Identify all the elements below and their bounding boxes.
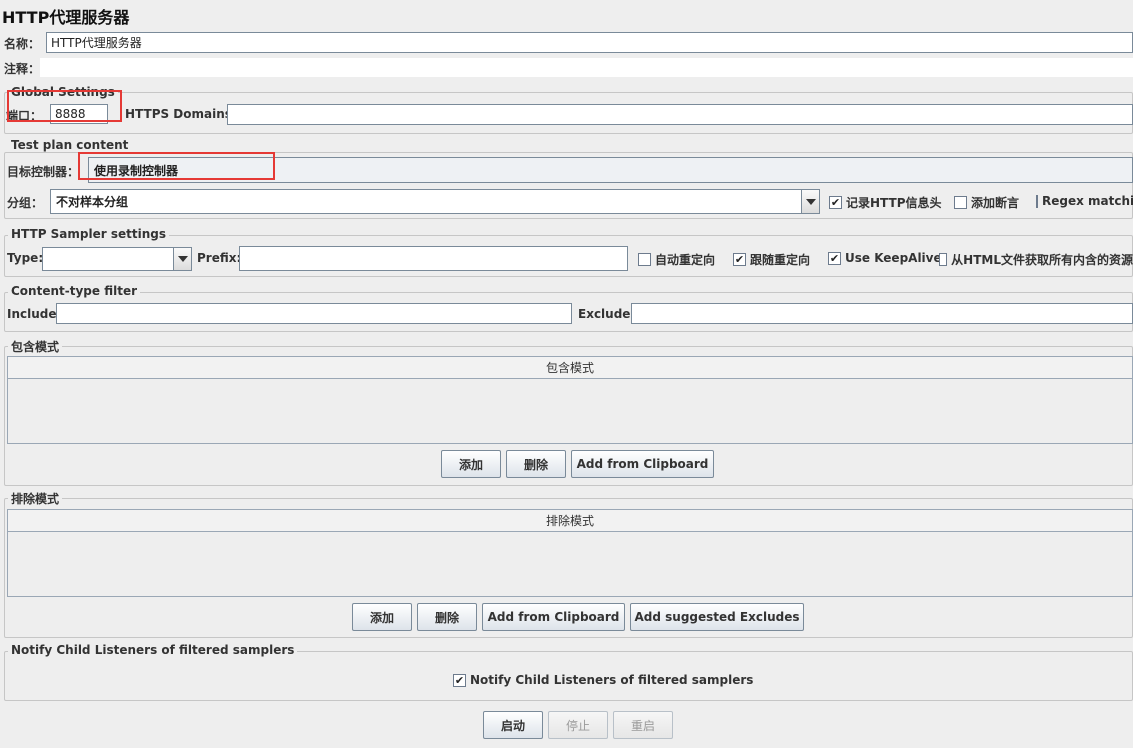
exclude-input[interactable] [631, 303, 1133, 324]
include-label: Include: [7, 307, 62, 321]
retrieve-embedded-label: 从HTML文件获取所有内含的资源 [951, 253, 1133, 267]
restart-button[interactable]: 重启 [613, 711, 673, 739]
include-patterns-legend: 包含模式 [8, 338, 63, 355]
include-clipboard-button[interactable]: Add from Clipboard [571, 450, 714, 478]
prefix-input[interactable] [239, 246, 628, 271]
page-title: HTTP代理服务器 [2, 8, 130, 27]
add-suggested-excludes-button[interactable]: Add suggested Excludes [630, 603, 804, 631]
notify-child-listeners-checkbox[interactable]: ✔ Notify Child Listeners of filtered sam… [453, 673, 753, 687]
chevron-down-icon [177, 256, 188, 262]
exclude-patterns-column-header[interactable]: 排除模式 [8, 510, 1132, 532]
retrieve-embedded-box[interactable] [939, 253, 948, 266]
https-domains-label: HTTPS Domains : [125, 107, 241, 121]
name-input[interactable]: HTTP代理服务器 [46, 32, 1133, 53]
stop-button[interactable]: 停止 [548, 711, 608, 739]
follow-redirects-label: 跟随重定向 [750, 253, 811, 267]
grouping-dropdown-arrow[interactable] [801, 190, 819, 213]
http-sampler-settings-legend: HTTP Sampler settings [8, 227, 169, 241]
regex-matching-label: Regex matching [1042, 194, 1133, 208]
capture-headers-checkbox[interactable]: ✔ 记录HTTP信息头 [829, 194, 942, 211]
start-button[interactable]: 启动 [483, 711, 543, 739]
grouping-value: 不对样本分组 [56, 195, 129, 209]
regex-matching-checkbox[interactable]: Regex matching [1036, 194, 1133, 208]
content-type-filter-legend: Content-type filter [8, 284, 140, 298]
include-patterns-column-header[interactable]: 包含模式 [8, 357, 1132, 379]
notify-child-listeners-label: Notify Child Listeners of filtered sampl… [470, 673, 754, 687]
exclude-add-button[interactable]: 添加 [352, 603, 412, 631]
retrieve-embedded-checkbox[interactable]: 从HTML文件获取所有内含的资源 [939, 251, 1133, 268]
name-label: 名称： [4, 37, 41, 51]
prefix-label: Prefix: [197, 251, 242, 265]
follow-redirects-box[interactable]: ✔ [733, 253, 746, 266]
keepalive-checkbox[interactable]: ✔ Use KeepAlive [828, 251, 942, 265]
test-plan-content-legend: Test plan content [8, 138, 132, 152]
include-patterns-table[interactable]: 包含模式 [7, 356, 1133, 444]
auto-redirect-label: 自动重定向 [655, 253, 716, 267]
add-assertions-checkbox[interactable]: 添加断言 [954, 194, 1019, 211]
exclude-patterns-table[interactable]: 排除模式 [7, 509, 1133, 597]
annotation-highlight-port [7, 90, 122, 122]
auto-redirect-checkbox[interactable]: 自动重定向 [638, 251, 715, 268]
comment-label: 注释： [4, 62, 41, 76]
target-controller-label: 目标控制器： [7, 165, 80, 179]
notify-legend: Notify Child Listeners of filtered sampl… [8, 643, 298, 657]
keepalive-box[interactable]: ✔ [828, 251, 841, 265]
exclude-clipboard-button[interactable]: Add from Clipboard [482, 603, 625, 631]
auto-redirect-box[interactable] [638, 253, 651, 266]
type-label: Type: [7, 251, 44, 265]
exclude-label: Exclude: [578, 307, 636, 321]
exclude-patterns-legend: 排除模式 [8, 490, 63, 507]
grouping-select[interactable]: 不对样本分组 [50, 189, 820, 214]
include-delete-button[interactable]: 删除 [506, 450, 566, 478]
follow-redirects-checkbox[interactable]: ✔ 跟随重定向 [733, 251, 810, 268]
exclude-delete-button[interactable]: 删除 [417, 603, 477, 631]
add-assertions-label: 添加断言 [971, 196, 1020, 210]
type-select[interactable] [42, 247, 192, 271]
capture-headers-label: 记录HTTP信息头 [846, 196, 942, 210]
add-assertions-box[interactable] [954, 196, 967, 209]
regex-matching-box[interactable] [1036, 194, 1038, 208]
notify-child-listeners-box[interactable]: ✔ [453, 673, 466, 687]
grouping-label: 分组： [7, 196, 44, 210]
include-add-button[interactable]: 添加 [441, 450, 501, 478]
include-input[interactable] [56, 303, 572, 324]
comment-input[interactable] [40, 58, 1133, 77]
keepalive-label: Use KeepAlive [845, 251, 942, 265]
name-input-value: HTTP代理服务器 [51, 36, 142, 50]
chevron-down-icon [805, 198, 816, 205]
annotation-highlight-target [78, 152, 275, 180]
capture-headers-box[interactable]: ✔ [829, 196, 842, 209]
https-domains-input[interactable] [227, 104, 1133, 125]
type-dropdown-arrow[interactable] [173, 248, 191, 270]
